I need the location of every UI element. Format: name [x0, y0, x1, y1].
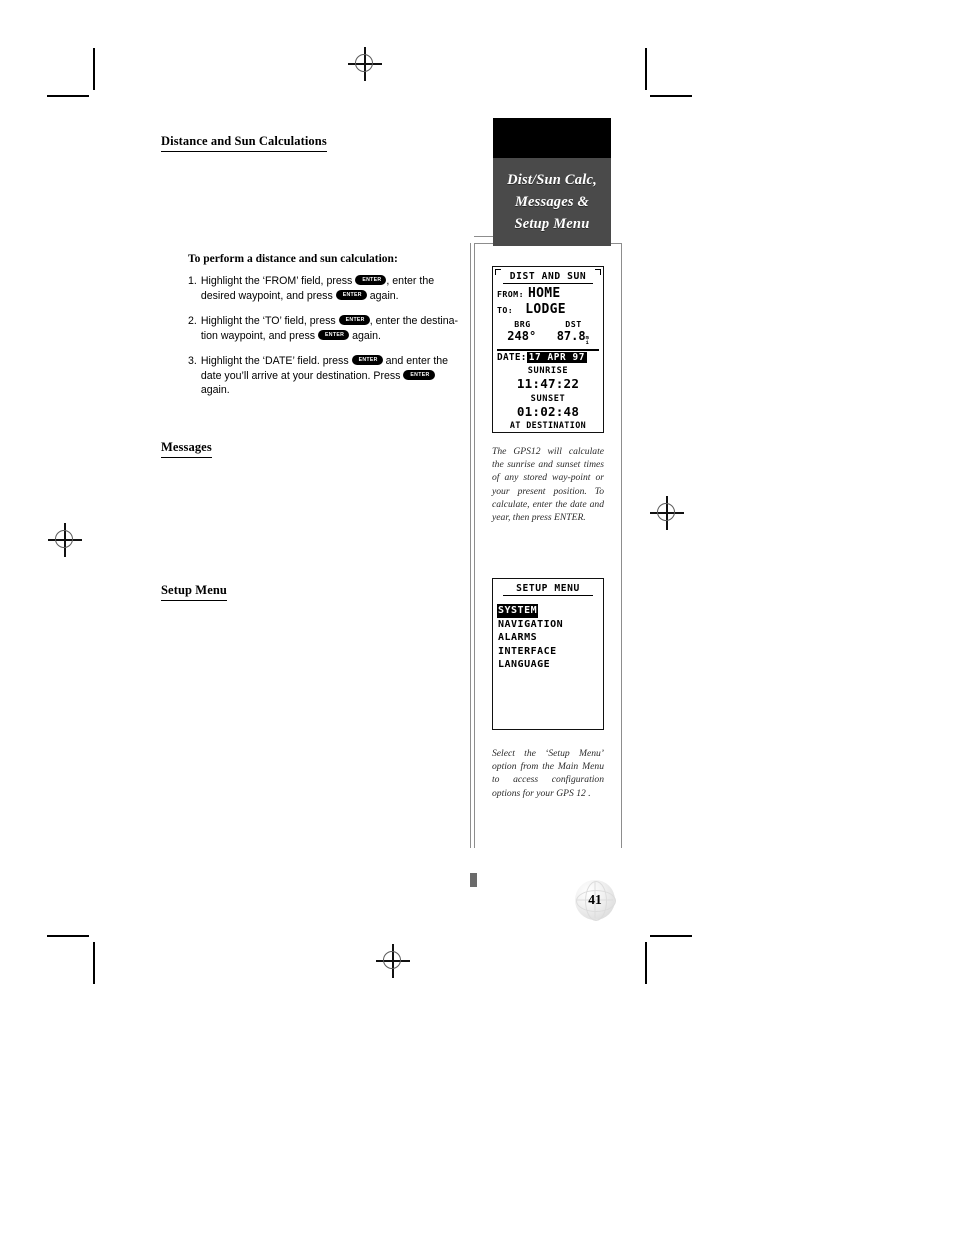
brg-value: 248° [507, 329, 537, 343]
sidebar-tab-connector [474, 236, 494, 238]
dst-unit-icon: mi [585, 335, 589, 346]
crop-mark-top-right-h [650, 95, 692, 97]
sunrise-label: SUNRISE [527, 365, 569, 376]
menu-item-interface[interactable]: INTERFACE [497, 645, 599, 659]
list-item: 1. Highlight the ‘FROM’ field, press ENT… [188, 274, 463, 303]
page-title: Distance and Sun Calculations [161, 134, 327, 152]
list-item: 3. Highlight the ‘DATE’ field. press ENT… [188, 354, 463, 398]
dst-unit-bottom: i [585, 340, 589, 346]
date-value[interactable]: 17 APR 97 [526, 351, 587, 363]
setup-menu-list: SYSTEM NAVIGATION ALARMS INTERFACE LANGU… [497, 598, 599, 672]
list-item: 2. Highlight the ‘TO’ field, press ENTER… [188, 314, 463, 343]
dst-value-group: 87.8 m i [557, 329, 589, 347]
crop-mark-top-right-v [645, 48, 647, 90]
enter-key-icon: ENTER [351, 355, 383, 366]
page-number-badge: 41 [575, 880, 616, 921]
chapter-tab-line2: Messages & [514, 194, 590, 210]
menu-item-system[interactable]: SYSTEM [497, 598, 599, 618]
chapter-tab: Dist/Sun Calc, Messages & Setup Menu [493, 158, 611, 246]
enter-key-icon: ENTER [403, 369, 435, 380]
heading-messages: Messages [161, 440, 212, 458]
enter-key-icon: ENTER [318, 329, 350, 340]
screen-divider [497, 349, 599, 351]
crop-mark-bottom-right-v [645, 942, 647, 984]
setup-screen-title: SETUP MENU [503, 583, 593, 596]
step-text-part1: Highlight the ‘FROM’ field, press [200, 275, 353, 287]
heading-setup-menu: Setup Menu [161, 583, 227, 601]
from-label: FROM: [497, 289, 524, 299]
screen-corner-bracket-left [495, 269, 501, 275]
from-value[interactable]: HOME [528, 286, 561, 301]
dst-label: DST [565, 319, 582, 329]
registration-mark-top [348, 47, 382, 81]
step-text-part3: again. [369, 289, 399, 302]
chapter-tab-label: Dist/Sun Calc, Messages & Setup Menu [507, 169, 597, 235]
enter-key-icon: ENTER [335, 289, 367, 300]
crop-mark-bottom-right-h [650, 935, 692, 937]
gps-screen-dist-and-sun: DIST AND SUN FROM: HOME TO: LODGE BRG DS… [492, 266, 604, 433]
enter-key-icon: ENTER [355, 275, 387, 286]
gps-screen-setup-menu: SETUP MENU SYSTEM NAVIGATION ALARMS INTE… [492, 578, 604, 730]
registration-mark-right [650, 496, 684, 530]
sidebar-divider [470, 243, 472, 848]
step-text-part3: again. [200, 384, 230, 396]
crop-mark-bottom-left-v [93, 942, 95, 984]
step-text-part3: again. [352, 329, 381, 342]
dst-value: 87.8 [556, 329, 586, 343]
procedure-lead: To perform a distance and sun calculatio… [188, 253, 398, 265]
chapter-tab-header-bar [493, 118, 611, 158]
to-value[interactable]: LODGE [525, 302, 566, 317]
step-number: 1. [188, 275, 197, 287]
caption-dist-sun: The GPS12 will calculate the sunrise and… [492, 446, 604, 524]
brg-dst-values: 248° 87.8 m i [497, 329, 599, 347]
menu-item-language[interactable]: LANGUAGE [497, 658, 599, 672]
to-label: TO: [497, 305, 514, 315]
procedure-steps: 1. Highlight the ‘FROM’ field, press ENT… [188, 274, 463, 409]
menu-item-alarms[interactable]: ALARMS [497, 631, 599, 645]
step-text: Highlight the ‘FROM’ field, press ENTER,… [201, 274, 463, 303]
screen-footer: AT DESTINATION [509, 420, 587, 430]
sidebar-bottom-tick [470, 873, 477, 887]
sunrise-value: 11:47:22 [516, 375, 580, 391]
brg-label: BRG [514, 319, 531, 329]
date-row: DATE: 17 APR 97 [497, 351, 599, 363]
to-row: TO: LODGE [497, 302, 599, 317]
page-number: 41 [588, 892, 602, 907]
crop-mark-top-left-v [93, 48, 95, 90]
menu-item-navigation[interactable]: NAVIGATION [497, 618, 599, 632]
brg-dst-headers: BRG DST [497, 319, 599, 329]
crop-mark-bottom-left-h [47, 935, 89, 937]
sunset-label: SUNSET [530, 393, 566, 404]
sunset-value: 01:02:48 [516, 403, 580, 419]
step-number: 3. [188, 355, 197, 367]
screen-corner-bracket-right [595, 269, 601, 275]
enter-key-icon: ENTER [338, 315, 370, 326]
chapter-tab-line3: Setup Menu [514, 216, 590, 232]
chapter-tab-line1: Dist/Sun Calc, [507, 172, 597, 188]
from-row: FROM: HOME [497, 286, 599, 301]
step-text-part1: Highlight the ‘TO’ field, press [200, 315, 336, 327]
registration-mark-left [48, 523, 82, 557]
registration-mark-bottom [376, 944, 410, 978]
screen-title: DIST AND SUN [503, 271, 593, 284]
step-text: Highlight the ‘TO’ field, press ENTER, e… [201, 314, 463, 343]
manual-page: Distance and Sun Calculations To perform… [0, 0, 954, 1235]
step-text: Highlight the ‘DATE’ field. press ENTER … [201, 354, 463, 398]
caption-setup-menu: Select the ‘Setup Menu’ option from the … [492, 748, 604, 799]
crop-mark-top-left-h [47, 95, 89, 97]
menu-item-label: SYSTEM [497, 604, 539, 618]
date-label: DATE: [497, 351, 527, 363]
step-text-part1: Highlight the ‘DATE’ field. press [200, 355, 349, 367]
step-number: 2. [188, 315, 197, 327]
